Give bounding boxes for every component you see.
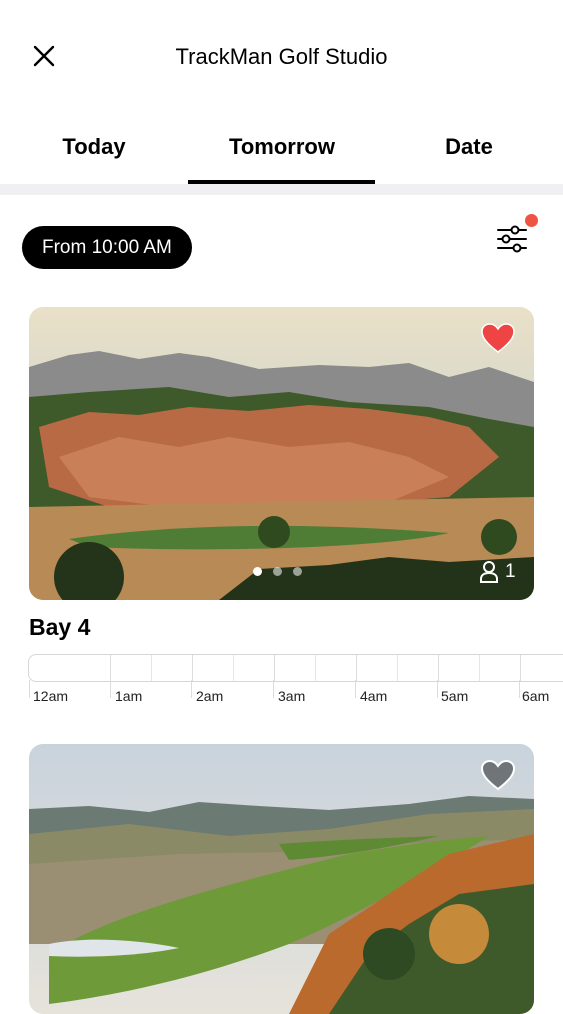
hour-label: 12am [33, 688, 69, 704]
hour-tick [29, 680, 30, 698]
section-divider [0, 184, 563, 195]
hour-tick [273, 680, 274, 698]
filter-badge [525, 214, 538, 227]
bay-photo[interactable] [29, 744, 534, 1014]
hour-tick [191, 680, 192, 698]
timeline-tick [479, 655, 480, 681]
start-time-filter-button[interactable]: From 10:00 AM [22, 226, 192, 269]
player-count-value: 1 [505, 561, 516, 582]
carousel-dot[interactable] [293, 567, 302, 576]
timeline-tick [274, 655, 275, 681]
timeline-tick [192, 655, 193, 681]
header: TrackMan Golf Studio [0, 0, 563, 112]
timeline-tick [520, 655, 521, 681]
hour-tick [355, 680, 356, 698]
timeline-tick [356, 655, 357, 681]
timeline-tick [151, 655, 152, 681]
page-title: TrackMan Golf Studio [175, 44, 388, 69]
hour-label: 2am [196, 688, 224, 704]
person-icon [480, 561, 498, 583]
carousel-dot[interactable] [273, 567, 282, 576]
tab-today[interactable]: Today [0, 134, 188, 160]
hour-label: 4am [360, 688, 388, 704]
bay-name: Bay 4 [29, 614, 91, 640]
day-tabs: Today Tomorrow Date [0, 112, 563, 186]
timeline-tick [110, 655, 111, 681]
timeline-tick [397, 655, 398, 681]
hour-label: 3am [278, 688, 306, 704]
sliders-icon[interactable] [495, 222, 529, 256]
tab-tomorrow[interactable]: Tomorrow [188, 134, 376, 160]
timeline-tick [315, 655, 316, 681]
hour-tick [110, 680, 111, 698]
availability-timeline[interactable] [28, 654, 563, 682]
hour-tick [519, 680, 520, 698]
hour-label: 1am [115, 688, 143, 704]
favorite-heart-icon[interactable] [480, 759, 516, 791]
favorite-heart-icon[interactable] [480, 322, 516, 354]
carousel-dot[interactable] [253, 567, 262, 576]
bay-photo[interactable] [29, 307, 534, 600]
carousel-indicator[interactable] [253, 567, 302, 576]
hour-tick [437, 680, 438, 698]
hour-label: 6am [522, 688, 550, 704]
player-count: 1 [479, 560, 516, 584]
timeline-tick [438, 655, 439, 681]
tab-date[interactable]: Date [375, 134, 563, 160]
timeline-tick [233, 655, 234, 681]
hour-label: 5am [441, 688, 469, 704]
